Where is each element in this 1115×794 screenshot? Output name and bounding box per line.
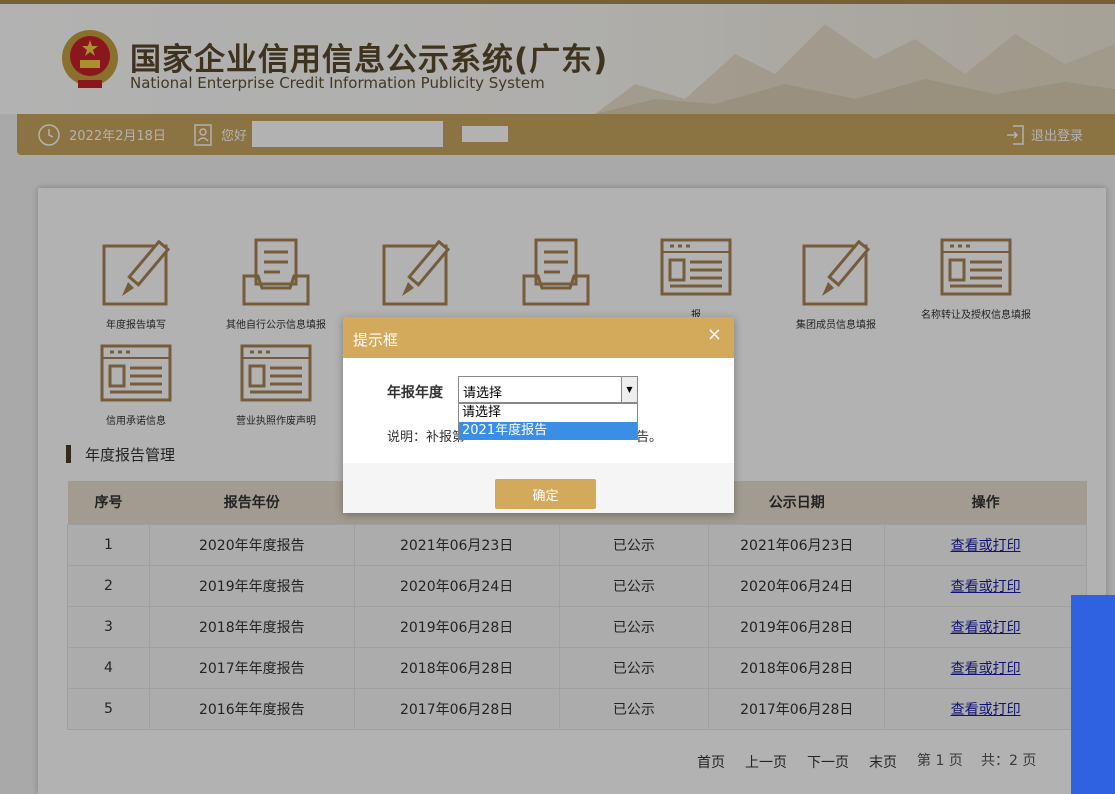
close-icon[interactable]: ×	[707, 324, 722, 345]
note-text: 说明：补报第	[387, 430, 466, 445]
report-year-select[interactable]: 请选择 ▼	[458, 376, 638, 403]
option-2021-report[interactable]: 2021年度报告	[459, 422, 637, 440]
dialog-header: 提示框 ×	[343, 317, 734, 358]
select-value: 请选择	[463, 386, 503, 401]
side-widget[interactable]	[1071, 595, 1115, 794]
note-text-tail: 告。	[636, 430, 663, 445]
prompt-dialog: 提示框 × 年报年度 请选择 ▼ 说明：补报第 告。 请选择 2021年度报告 …	[343, 317, 734, 513]
report-year-label: 年报年度	[387, 385, 443, 401]
report-year-options: 请选择 2021年度报告	[458, 403, 638, 440]
dialog-title: 提示框	[353, 331, 399, 349]
option-please-select[interactable]: 请选择	[459, 404, 637, 422]
chevron-down-icon[interactable]: ▼	[621, 377, 637, 402]
confirm-button[interactable]: 确定	[495, 479, 596, 509]
